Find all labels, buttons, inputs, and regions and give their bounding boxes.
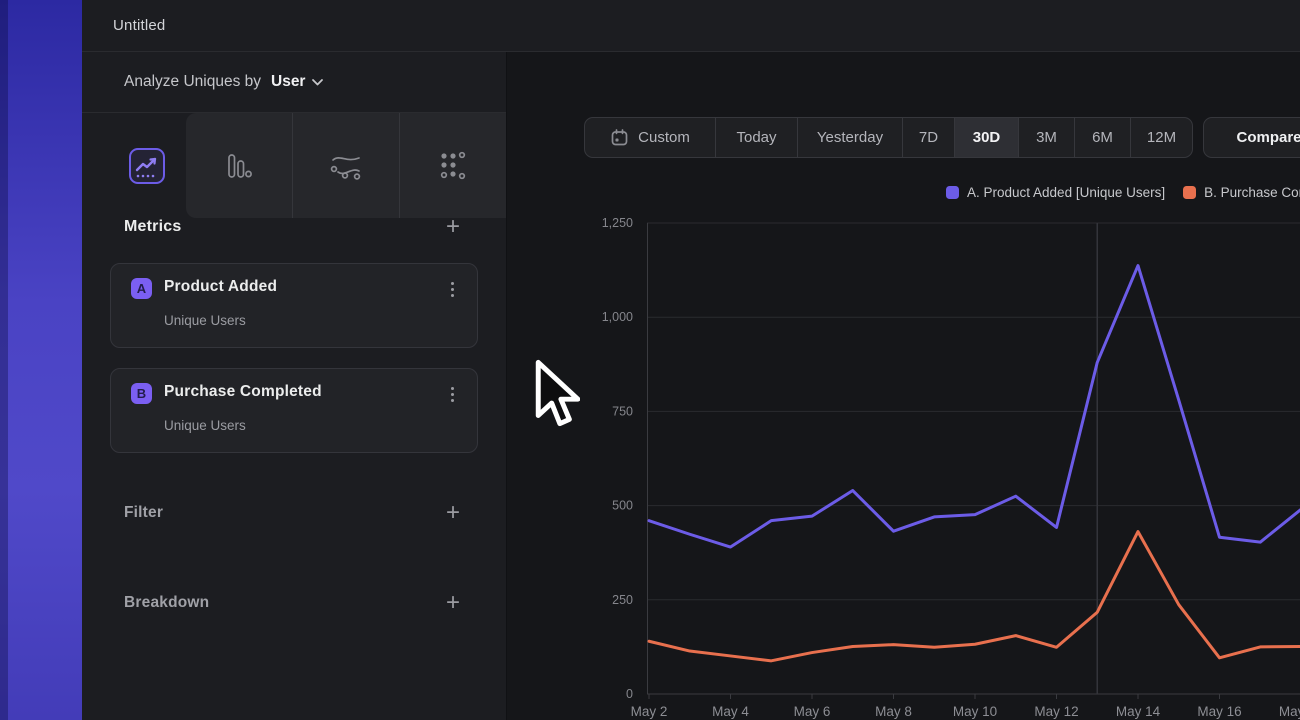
metric-measurement[interactable]: Unique Users — [164, 313, 246, 328]
metrics-title: Metrics — [124, 218, 181, 236]
legend-label: A. Product Added [Unique Users] — [967, 185, 1165, 200]
svg-text:May 6: May 6 — [794, 704, 831, 719]
range-today[interactable]: Today — [715, 118, 797, 157]
analyze-by-dropdown[interactable]: User — [271, 73, 324, 91]
metrics-section-header: Metrics + — [124, 215, 460, 239]
chart-legend: A. Product Added [Unique Users] B. Purch… — [946, 185, 1300, 200]
legend-item-a[interactable]: A. Product Added [Unique Users] — [946, 185, 1165, 200]
analytics-app-window: Untitled Analyze Uniques by User — [82, 0, 1300, 720]
range-label: 7D — [919, 129, 938, 146]
grid-dots-icon — [436, 149, 470, 183]
svg-text:May 18: May 18 — [1279, 704, 1300, 719]
desktop-gradient-stripe — [0, 0, 82, 720]
tab-line-chart-selected[interactable] — [108, 113, 186, 218]
metric-options-kebab-icon[interactable] — [441, 276, 463, 302]
analyze-by-row: Analyze Uniques by User — [82, 52, 506, 113]
flow-icon — [328, 149, 364, 183]
range-7d[interactable]: 7D — [902, 118, 954, 157]
add-breakdown-button[interactable]: + — [446, 591, 460, 615]
range-label: Today — [736, 129, 776, 146]
query-sidebar: Analyze Uniques by User — [82, 52, 506, 720]
add-metric-button[interactable]: + — [446, 215, 460, 239]
analyze-by-label: Analyze Uniques by — [124, 73, 261, 91]
svg-text:1,250: 1,250 — [602, 216, 633, 230]
range-label: 6M — [1092, 129, 1113, 146]
range-custom[interactable]: Custom — [585, 118, 715, 157]
report-title[interactable]: Untitled — [113, 17, 165, 34]
svg-text:May 14: May 14 — [1116, 704, 1161, 719]
breakdown-section-header: Breakdown + — [124, 591, 460, 615]
svg-text:May 16: May 16 — [1197, 704, 1241, 719]
metric-card-a[interactable]: A Product Added Unique Users — [110, 263, 478, 348]
calendar-icon — [610, 128, 629, 147]
metric-name: Purchase Completed — [164, 383, 322, 401]
topbar: Untitled — [82, 0, 1300, 52]
svg-text:1,000: 1,000 — [602, 310, 633, 324]
metric-badge-a: A — [131, 278, 152, 299]
svg-text:May 4: May 4 — [712, 704, 749, 719]
legend-swatch-purple — [946, 186, 959, 199]
date-range-selector: Custom Today Yesterday 7D 30D 3M 6M 12M — [584, 117, 1193, 158]
svg-text:May 8: May 8 — [875, 704, 912, 719]
metric-options-kebab-icon[interactable] — [441, 381, 463, 407]
range-3m[interactable]: 3M — [1018, 118, 1074, 157]
metric-card-b[interactable]: B Purchase Completed Unique Users — [110, 368, 478, 453]
legend-label: B. Purchase Completed [Unique Users] — [1204, 185, 1300, 200]
range-yesterday[interactable]: Yesterday — [797, 118, 902, 157]
range-30d-selected[interactable]: 30D — [954, 118, 1018, 157]
breakdown-title: Breakdown — [124, 594, 209, 612]
screen: Untitled Analyze Uniques by User — [0, 0, 1300, 720]
range-label: 30D — [973, 129, 1001, 146]
legend-swatch-orange — [1183, 186, 1196, 199]
svg-text:750: 750 — [612, 404, 633, 418]
chevron-down-icon — [311, 78, 324, 87]
range-label: 12M — [1147, 129, 1176, 146]
metric-measurement[interactable]: Unique Users — [164, 418, 246, 433]
metric-name: Product Added — [164, 278, 277, 296]
filter-title: Filter — [124, 504, 163, 522]
chart-panel: Custom Today Yesterday 7D 30D 3M 6M 12M … — [506, 52, 1300, 720]
range-6m[interactable]: 6M — [1074, 118, 1130, 157]
metric-badge-b: B — [131, 383, 152, 404]
svg-text:500: 500 — [612, 499, 633, 513]
svg-text:May 10: May 10 — [953, 704, 997, 719]
tabstrip-unselected-group — [186, 113, 506, 218]
svg-text:0: 0 — [626, 687, 633, 701]
svg-text:May 12: May 12 — [1034, 704, 1078, 719]
visualization-tabstrip — [82, 113, 506, 218]
tab-bar-chart[interactable] — [186, 113, 292, 218]
range-12m[interactable]: 12M — [1130, 118, 1192, 157]
svg-text:May 2: May 2 — [631, 704, 668, 719]
bar-chart-icon — [222, 149, 256, 183]
svg-text:250: 250 — [612, 593, 633, 607]
range-label: Yesterday — [817, 129, 883, 146]
legend-item-b[interactable]: B. Purchase Completed [Unique Users] — [1183, 185, 1300, 200]
range-label: 3M — [1036, 129, 1057, 146]
analyze-by-value: User — [271, 73, 305, 91]
tab-grid[interactable] — [399, 113, 506, 218]
add-filter-button[interactable]: + — [446, 501, 460, 525]
filter-section-header: Filter + — [124, 501, 460, 525]
compare-button[interactable]: Compare — [1203, 117, 1300, 158]
range-label: Custom — [638, 129, 690, 146]
tab-flow[interactable] — [292, 113, 399, 218]
line-chart-icon — [128, 147, 166, 185]
